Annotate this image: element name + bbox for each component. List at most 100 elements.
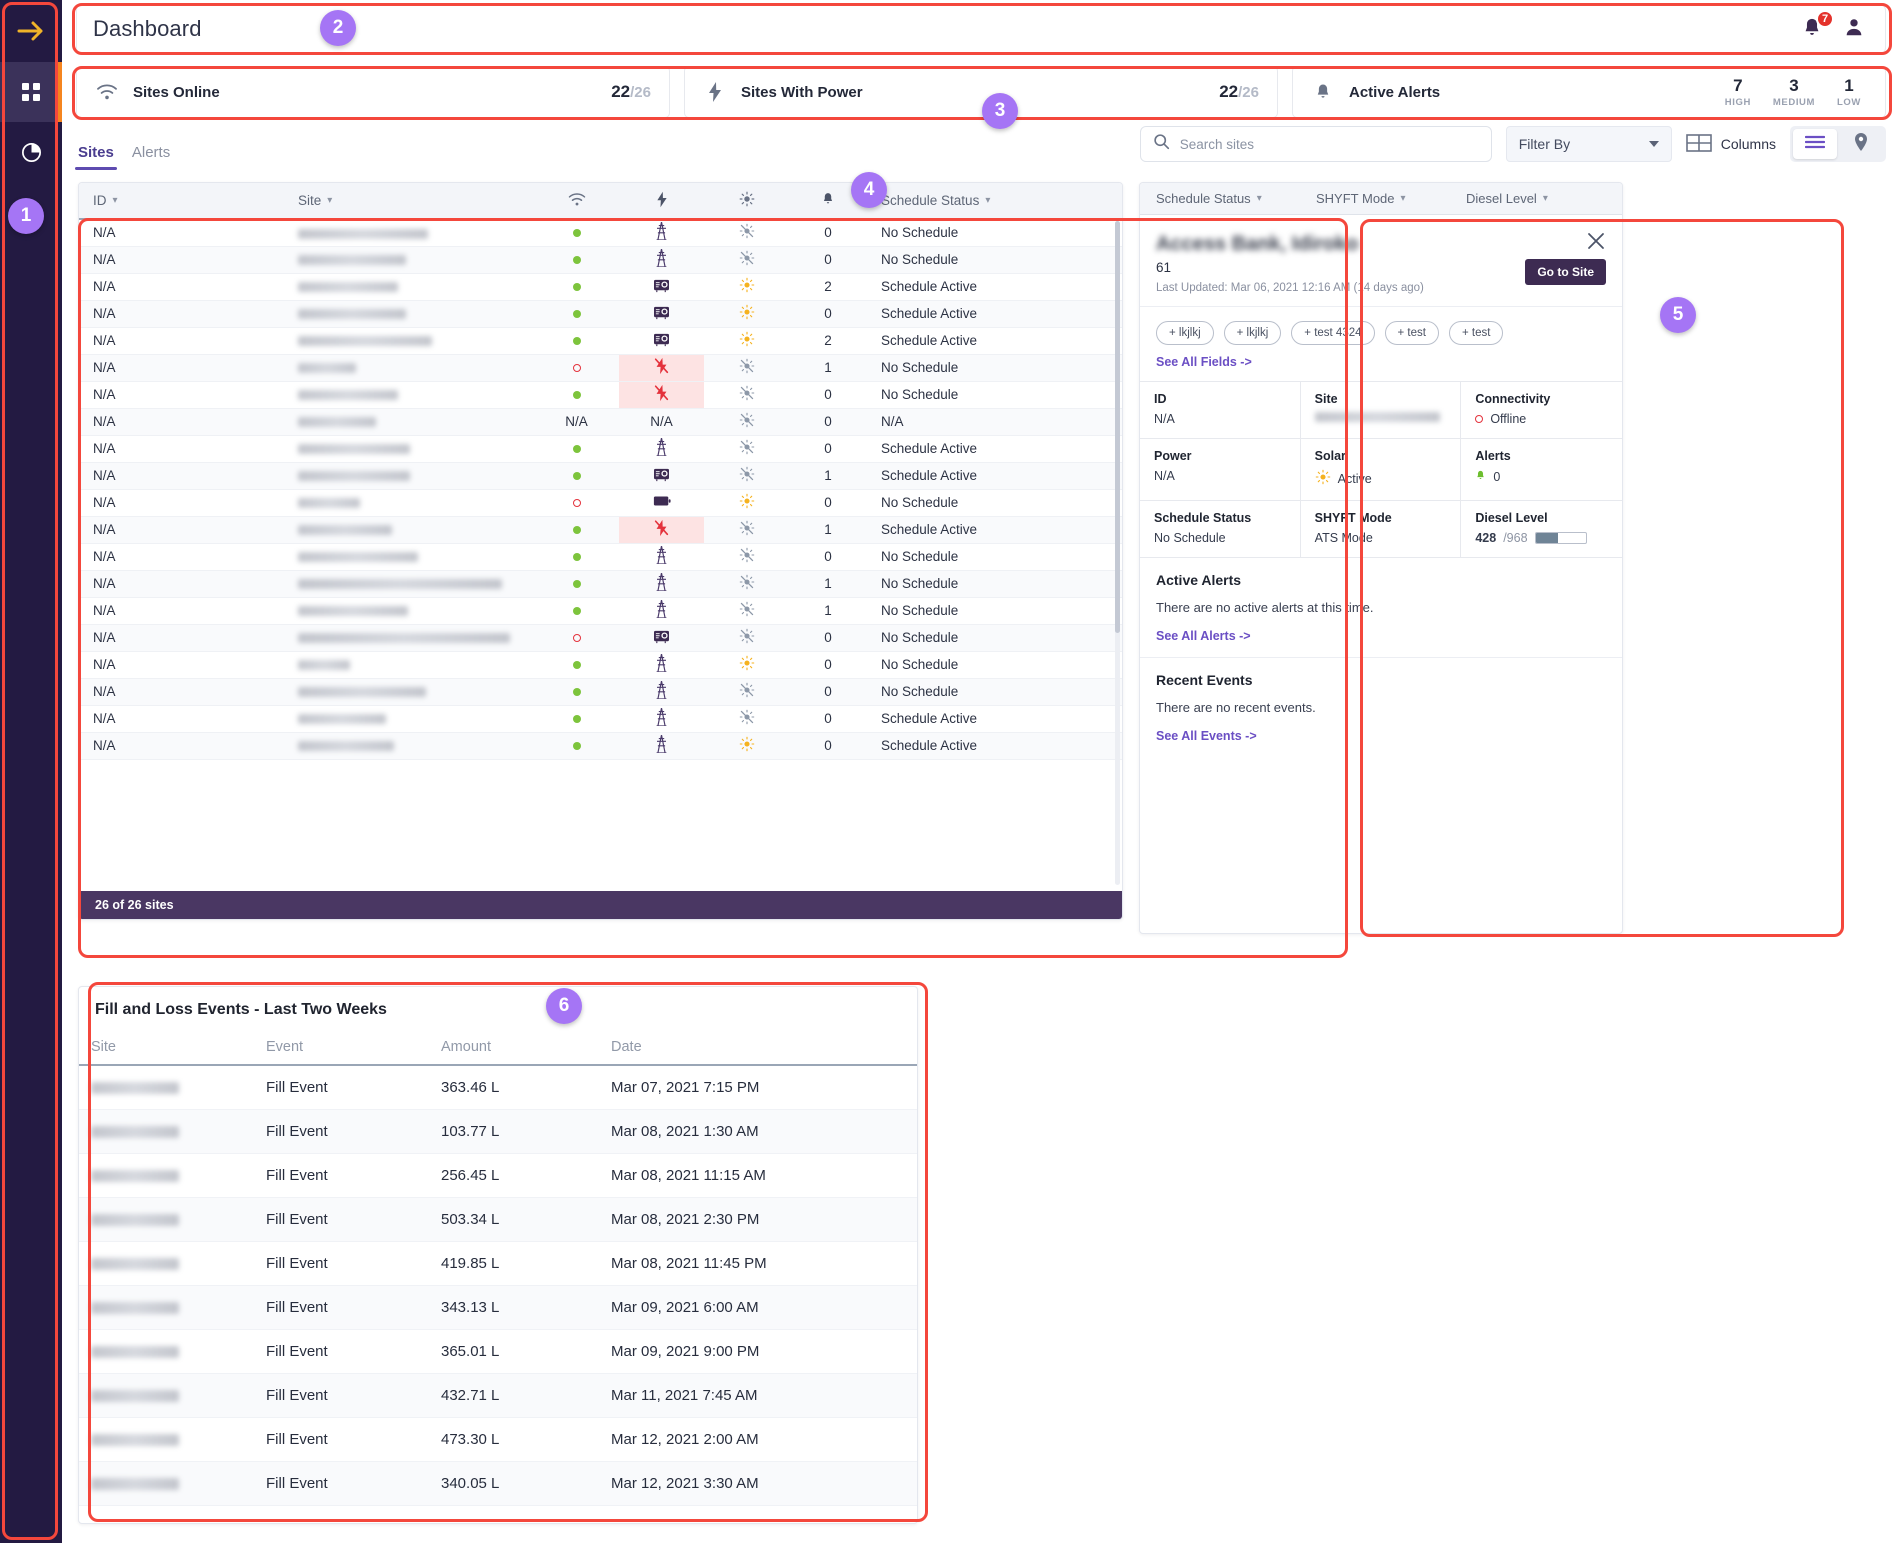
cell-amount: 503.34 L xyxy=(429,1197,599,1242)
cell-event: Fill Event xyxy=(254,1065,429,1110)
fill-column-amount[interactable]: Amount xyxy=(429,1029,599,1066)
redacted-site-name xyxy=(91,1125,179,1138)
cell-id: N/A xyxy=(79,570,284,598)
cell-site xyxy=(79,1373,254,1418)
notification-count-badge: 7 xyxy=(1816,10,1834,28)
table-row[interactable]: N/A 0 No Schedule xyxy=(79,489,1122,517)
sidebar-item-dashboard[interactable] xyxy=(0,62,62,122)
column-header-solar[interactable] xyxy=(704,183,789,220)
table-row[interactable]: N/A N/A N/A 0 N/A xyxy=(79,408,1122,436)
detail-chip[interactable]: + test xyxy=(1448,321,1504,345)
sun-inactive-icon xyxy=(739,547,755,566)
table-row[interactable]: N/A 0 Schedule Active xyxy=(79,732,1122,760)
redacted-site-name xyxy=(298,552,418,563)
fill-column-event[interactable]: Event xyxy=(254,1029,429,1066)
filter-by-dropdown[interactable]: Filter By xyxy=(1505,126,1672,162)
go-to-site-button[interactable]: Go to Site xyxy=(1525,259,1606,285)
user-icon[interactable] xyxy=(1843,16,1865,43)
tab-sites[interactable]: Sites xyxy=(75,144,117,170)
table-row[interactable]: N/A 0 No Schedule xyxy=(79,624,1122,652)
cell-alerts: 1 xyxy=(789,354,867,382)
table-row[interactable]: N/A 0 Schedule Active xyxy=(79,300,1122,328)
table-row[interactable]: N/A 1 No Schedule xyxy=(79,354,1122,382)
bell-icon xyxy=(1801,18,1823,44)
tab-alerts[interactable]: Alerts xyxy=(132,144,170,170)
columns-button[interactable]: Columns xyxy=(1685,133,1776,156)
table-row[interactable]: N/A 0 Schedule Active xyxy=(79,705,1122,733)
table-row[interactable]: Fill Event 340.05 L Mar 12, 2021 3:30 AM xyxy=(79,1461,917,1506)
online-dot-icon xyxy=(572,580,581,588)
table-row[interactable]: N/A 2 Schedule Active xyxy=(79,327,1122,355)
map-view-button[interactable] xyxy=(1839,129,1883,159)
sun-inactive-icon xyxy=(739,466,755,485)
table-row[interactable]: N/A 0 Schedule Active xyxy=(79,435,1122,463)
table-row[interactable]: N/A 0 No Schedule xyxy=(79,678,1122,706)
detail-col-shyft-mode[interactable]: SHYFT Mode ▾ xyxy=(1300,191,1450,206)
stat-card-sites-online[interactable]: Sites Online 22/26 xyxy=(76,66,670,118)
close-icon[interactable] xyxy=(1586,231,1606,251)
battery-icon xyxy=(653,495,671,510)
column-header-site[interactable]: Site ▾ xyxy=(284,183,534,220)
table-row[interactable]: Fill Event 432.71 L Mar 11, 2021 7:45 AM xyxy=(79,1373,917,1418)
cell-amount: 419.85 L xyxy=(429,1241,599,1286)
see-all-events-link[interactable]: See All Events -> xyxy=(1156,715,1257,751)
table-row[interactable]: N/A 1 No Schedule xyxy=(79,570,1122,598)
cell-id: N/A xyxy=(79,327,284,355)
fill-column-date[interactable]: Date xyxy=(599,1029,917,1066)
detail-chip[interactable]: + test xyxy=(1384,321,1439,345)
table-row[interactable]: Fill Event 103.77 L Mar 08, 2021 1:30 AM xyxy=(79,1109,917,1154)
table-row[interactable]: N/A 2 Schedule Active xyxy=(79,273,1122,301)
table-scrollbar[interactable] xyxy=(1115,221,1120,885)
cell-date: Mar 09, 2021 9:00 PM xyxy=(599,1329,917,1374)
chevron-down-icon xyxy=(1648,141,1659,147)
notifications-button[interactable]: 7 xyxy=(1801,10,1834,44)
see-all-fields-link[interactable]: See All Fields -> xyxy=(1140,345,1268,381)
detail-field-diesel-level: Diesel Level 428/968 xyxy=(1461,501,1622,558)
table-row[interactable]: Fill Event 419.85 L Mar 08, 2021 11:45 PM xyxy=(79,1241,917,1286)
table-row[interactable]: N/A 1 No Schedule xyxy=(79,597,1122,625)
column-header-id[interactable]: ID ▾ xyxy=(79,183,284,220)
cell-date: Mar 11, 2021 7:45 AM xyxy=(599,1373,917,1418)
column-header-connectivity[interactable] xyxy=(534,183,619,220)
table-row[interactable]: N/A 0 No Schedule xyxy=(79,381,1122,409)
fill-column-site[interactable]: Site xyxy=(79,1029,254,1066)
search-input[interactable] xyxy=(1179,136,1479,152)
redacted-site-name xyxy=(298,525,392,536)
cell-id: N/A xyxy=(79,597,284,625)
table-row[interactable]: Fill Event 365.01 L Mar 09, 2021 9:00 PM xyxy=(79,1329,917,1374)
stat-card-sites-with-power[interactable]: Sites With Power 22/26 xyxy=(684,66,1278,118)
sidebar-item-analytics[interactable] xyxy=(0,122,62,182)
table-row[interactable]: N/A 0 No Schedule xyxy=(79,219,1122,247)
power-grid-tower-icon xyxy=(654,599,669,621)
app-logo[interactable] xyxy=(0,0,62,62)
table-row[interactable]: Fill Event 343.13 L Mar 09, 2021 6:00 AM xyxy=(79,1285,917,1330)
table-row[interactable]: Fill Event 256.45 L Mar 08, 2021 11:15 AM xyxy=(79,1153,917,1198)
detail-chip[interactable]: + lkjlkj xyxy=(1223,321,1282,345)
cell-connectivity xyxy=(534,516,619,544)
search-box[interactable] xyxy=(1139,126,1492,162)
table-row[interactable]: N/A 0 No Schedule xyxy=(79,543,1122,571)
detail-col-diesel-level[interactable]: Diesel Level ▾ xyxy=(1450,191,1548,206)
column-header-power[interactable] xyxy=(619,183,704,220)
see-all-alerts-link[interactable]: See All Alerts -> xyxy=(1156,615,1251,651)
table-row[interactable]: N/A 1 Schedule Active xyxy=(79,462,1122,490)
table-row[interactable]: N/A 0 No Schedule xyxy=(79,246,1122,274)
column-header-schedule-status[interactable]: Schedule Status ▾ xyxy=(867,183,1122,220)
list-view-button[interactable] xyxy=(1793,129,1837,159)
field-value: ATS Mode xyxy=(1314,531,1373,545)
detail-chip[interactable]: + lkjlkj xyxy=(1156,321,1214,345)
table-row[interactable]: N/A 1 Schedule Active xyxy=(79,516,1122,544)
stat-card-active-alerts[interactable]: Active Alerts 7 HIGH 3 MEDIUM 1 LOW xyxy=(1292,66,1886,118)
redacted-site-name xyxy=(298,228,428,239)
table-row[interactable]: Fill Event 503.34 L Mar 08, 2021 2:30 PM xyxy=(79,1197,917,1242)
bell-icon xyxy=(1311,80,1335,104)
table-row[interactable]: Fill Event 363.46 L Mar 07, 2021 7:15 PM xyxy=(79,1065,917,1110)
cell-connectivity xyxy=(534,354,619,382)
cell-solar xyxy=(704,327,789,355)
table-row[interactable]: N/A 0 No Schedule xyxy=(79,651,1122,679)
table-row[interactable]: Fill Event 473.30 L Mar 12, 2021 2:00 AM xyxy=(79,1417,917,1462)
detail-col-schedule-status[interactable]: Schedule Status ▾ xyxy=(1140,191,1300,206)
detail-chip[interactable]: + test 4324 xyxy=(1291,321,1375,345)
cell-solar xyxy=(704,624,789,652)
redacted-site-name xyxy=(298,687,426,698)
